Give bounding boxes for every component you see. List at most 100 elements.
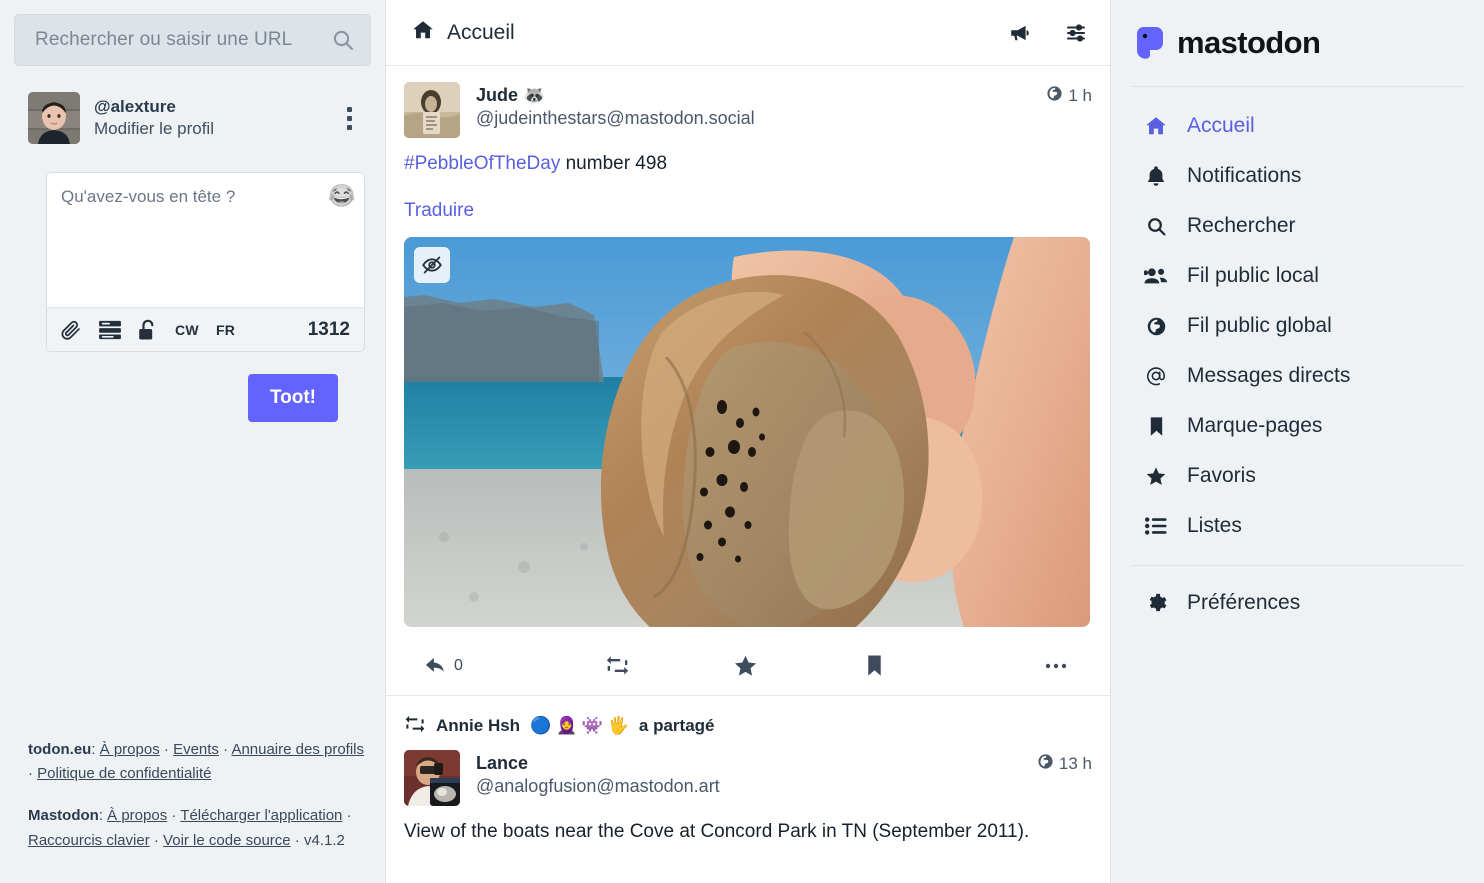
instance-footer: todon.eu: À propos · Events · Annuaire d… <box>28 740 365 783</box>
version-label: v4.1.2 <box>303 831 345 849</box>
footer-link-about-mastodon[interactable]: À propos <box>107 807 167 824</box>
content-warning-button[interactable]: CW <box>175 322 199 338</box>
translate-button[interactable]: Traduire <box>404 200 474 222</box>
toot-button[interactable]: Toot! <box>247 374 338 422</box>
avatar[interactable] <box>28 92 80 144</box>
display-name[interactable]: Lance <box>476 752 1037 775</box>
footer-link-profile-directory[interactable]: Annuaire des profils <box>231 741 364 758</box>
sidebar-item-messages-directs[interactable]: Messages directs <box>1111 351 1484 401</box>
visibility-unlock-icon[interactable] <box>138 318 158 342</box>
status-media[interactable] <box>404 236 1090 627</box>
home-icon <box>412 19 434 47</box>
attach-file-icon[interactable] <box>61 318 82 342</box>
ellipsis-icon <box>1045 663 1067 669</box>
favourite-button[interactable] <box>682 646 811 686</box>
sidebar-item-label: Rechercher <box>1187 214 1296 237</box>
nav-list: Accueil Notifications Rechercher Fil pub… <box>1111 87 1484 551</box>
search-icon[interactable] <box>330 27 356 53</box>
timestamp: 13 h <box>1058 753 1092 773</box>
column-header: Accueil <box>386 0 1110 66</box>
sidebar-item-label: Notifications <box>1187 164 1302 187</box>
sidebar-item-label: Fil public local <box>1187 264 1319 287</box>
home-icon <box>1143 115 1169 137</box>
navigation-panel: mastodon Accueil Notifications Recherche… <box>1111 0 1484 883</box>
account-handle[interactable]: @judeinthestars@mastodon.social <box>476 107 1046 130</box>
mastodon-logo-icon <box>1131 23 1171 63</box>
sidebar-item-accueil[interactable]: Accueil <box>1111 101 1484 151</box>
edit-profile-label[interactable]: Modifier le profil <box>94 118 335 140</box>
sidebar-item-fil-public-local[interactable]: Fil public local <box>1111 251 1484 301</box>
status-body-wrapper: Lance @analogfusion@mastodon.art 13 h Vi… <box>386 744 1110 846</box>
footer-link-download-app[interactable]: Télécharger l'application <box>180 807 342 824</box>
status-item[interactable]: Annie Hsh 🔵 🧕 👾 🖐 a partagé Lance @analo… <box>386 696 1110 868</box>
sidebar-item-label: Fil public global <box>1187 314 1332 337</box>
booster-name[interactable]: Annie Hsh <box>436 716 520 736</box>
avatar[interactable] <box>404 749 460 806</box>
footer-link-events[interactable]: Events <box>173 741 219 758</box>
star-icon <box>1143 465 1169 487</box>
mastodon-brand[interactable]: mastodon <box>1111 0 1484 86</box>
bookmark-button[interactable] <box>810 646 939 686</box>
character-counter: 1312 <box>307 318 350 340</box>
compose-placeholder: Qu'avez-vous en tête ? <box>61 187 236 206</box>
column-title-label: Accueil <box>447 20 515 44</box>
reply-button[interactable]: 0 <box>412 646 553 686</box>
sidebar-item-preferences[interactable]: Préférences <box>1111 578 1484 628</box>
sidebar-item-favoris[interactable]: Favoris <box>1111 451 1484 501</box>
sidebar-footer: todon.eu: À propos · Events · Annuaire d… <box>28 738 371 853</box>
footer-link-about-instance[interactable]: À propos <box>100 741 160 758</box>
kebab-menu-icon[interactable] <box>335 101 363 135</box>
sidebar-item-listes[interactable]: Listes <box>1111 501 1484 551</box>
status-meta: 1 h <box>1046 82 1092 107</box>
announcements-megaphone-icon[interactable] <box>1008 21 1032 45</box>
language-button[interactable]: FR <box>216 322 235 338</box>
profile-summary[interactable]: @alexture Modifier le profil <box>14 88 371 148</box>
sidebar-item-rechercher[interactable]: Rechercher <box>1111 201 1484 251</box>
boost-button[interactable] <box>553 646 682 686</box>
add-poll-icon[interactable] <box>99 318 121 342</box>
status-text: #PebbleOfTheDay number 498 <box>404 151 1092 178</box>
sidebar-item-fil-public-global[interactable]: Fil public global <box>1111 301 1484 351</box>
bell-icon <box>1143 165 1169 187</box>
status-text-rest: number 498 <box>560 153 668 174</box>
bookmark-icon <box>1143 416 1169 437</box>
search-input[interactable]: Rechercher ou saisir une URL <box>14 14 371 66</box>
display-name[interactable]: Jude 🦝 <box>476 84 1046 107</box>
status-content: #PebbleOfTheDay number 498 <box>404 148 1092 178</box>
hashtag-link[interactable]: #PebbleOfTheDay <box>404 153 560 174</box>
instance-name: todon.eu <box>28 740 92 758</box>
compose-textarea[interactable]: Qu'avez-vous en tête ? 😂 <box>47 173 364 307</box>
display-name-text: Jude <box>476 85 519 105</box>
column-header-actions <box>1008 21 1088 45</box>
mastodon-app: Rechercher ou saisir une URL @alexture M… <box>0 0 1484 883</box>
media-image <box>404 236 1090 627</box>
eye-slash-icon[interactable] <box>414 246 450 283</box>
bookmark-icon <box>868 655 882 677</box>
sidebar-item-label: Messages directs <box>1187 364 1351 387</box>
sidebar-item-label: Préférences <box>1187 591 1301 614</box>
footer-link-source-code[interactable]: Voir le code source <box>163 832 291 849</box>
mastodon-name: Mastodon <box>28 807 99 825</box>
search-icon <box>1143 216 1169 237</box>
sidebar-item-label: Marque-pages <box>1187 414 1323 437</box>
boost-icon <box>606 656 628 676</box>
sidebar-item-notifications[interactable]: Notifications <box>1111 151 1484 201</box>
status-content: View of the boats near the Cove at Conco… <box>404 816 1092 846</box>
emoji-picker-icon[interactable]: 😂 <box>328 183 355 209</box>
star-icon <box>735 656 757 677</box>
status-header: Lance @analogfusion@mastodon.art 13 h <box>404 749 1092 806</box>
brand-wordmark: mastodon <box>1177 25 1321 60</box>
avatar[interactable] <box>404 82 460 138</box>
footer-link-keyboard-shortcuts[interactable]: Raccourcis clavier <box>28 832 150 849</box>
globe-icon <box>1037 753 1054 775</box>
more-options-button[interactable] <box>939 646 1082 686</box>
footer-link-privacy-policy[interactable]: Politique de confidentialité <box>37 765 211 782</box>
sidebar-item-marque-pages[interactable]: Marque-pages <box>1111 401 1484 451</box>
status-text: View of the boats near the Cove at Conco… <box>404 820 1030 842</box>
globe-icon <box>1143 316 1169 337</box>
column-title[interactable]: Accueil <box>412 19 515 47</box>
account-handle[interactable]: @analogfusion@mastodon.art <box>476 775 1037 798</box>
status-item[interactable]: Jude 🦝 @judeinthestars@mastodon.social 1… <box>386 66 1110 696</box>
column-settings-sliders-icon[interactable] <box>1064 21 1088 45</box>
